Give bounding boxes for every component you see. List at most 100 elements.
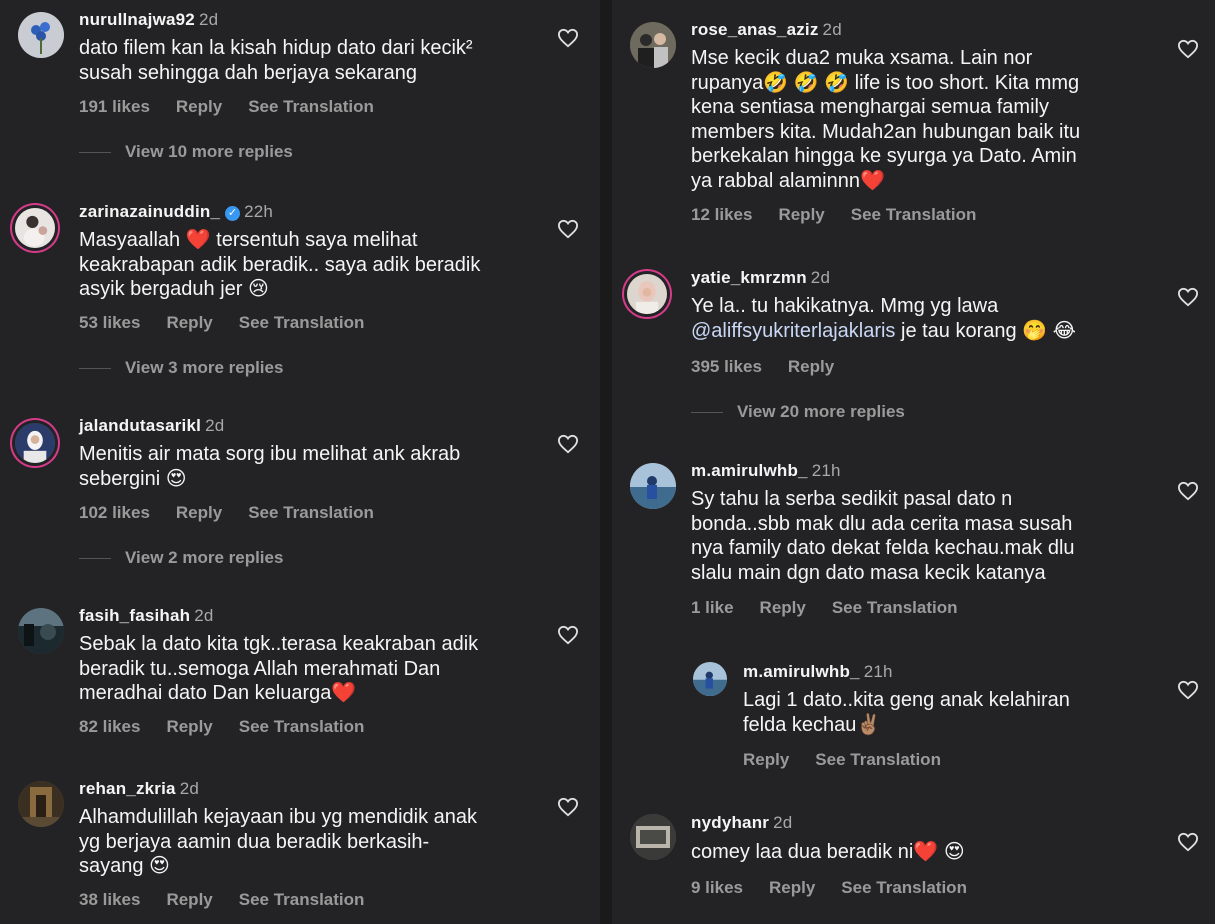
- comment-actions: 38 likes Reply See Translation: [79, 890, 390, 910]
- comment-text: dato filem kan la kisah hidup dato dari …: [79, 37, 473, 84]
- username[interactable]: jalandutasarikl: [79, 416, 201, 435]
- likes-count[interactable]: 38 likes: [79, 890, 140, 909]
- comment-actions: 9 likes Reply See Translation: [691, 878, 993, 898]
- see-translation-button[interactable]: See Translation: [841, 878, 967, 897]
- avatar[interactable]: [18, 12, 64, 58]
- see-translation-button[interactable]: See Translation: [248, 97, 374, 116]
- username[interactable]: yatie_kmrzmn: [691, 268, 807, 287]
- divider-line: [691, 412, 723, 414]
- comment-time: 2d: [822, 20, 842, 39]
- reply-button[interactable]: Reply: [176, 97, 222, 116]
- comment-actions: 53 likes Reply See Translation: [79, 313, 390, 333]
- comment-username[interactable]: rose_anas_aziz 2d: [691, 20, 842, 40]
- avatar[interactable]: [15, 208, 55, 248]
- likes-count[interactable]: 1 like: [691, 598, 734, 617]
- view-more-label[interactable]: View 2 more replies: [125, 548, 283, 567]
- avatar[interactable]: [630, 22, 676, 68]
- view-more-label[interactable]: View 20 more replies: [737, 402, 905, 421]
- username[interactable]: m.amirulwhb_: [691, 461, 808, 480]
- username[interactable]: nydyhanr: [691, 813, 769, 832]
- likes-count[interactable]: 395 likes: [691, 357, 762, 376]
- comment-actions: 395 likes Reply: [691, 357, 860, 377]
- comment-text: Sy tahu la serba sedikit pasal dato n bo…: [691, 488, 1075, 584]
- comment-username[interactable]: fasih_fasihah 2d: [79, 606, 214, 626]
- avatar[interactable]: [693, 662, 727, 696]
- heart-outline-icon[interactable]: [557, 28, 579, 48]
- heart-outline-icon[interactable]: [1177, 832, 1199, 852]
- view-more-replies[interactable]: View 20 more replies: [691, 402, 905, 422]
- see-translation-button[interactable]: See Translation: [815, 750, 941, 769]
- reply-button[interactable]: Reply: [788, 357, 834, 376]
- comment-actions: 12 likes Reply See Translation: [691, 205, 1002, 225]
- likes-count[interactable]: 53 likes: [79, 313, 140, 332]
- username[interactable]: m.amirulwhb_: [743, 662, 860, 681]
- see-translation-button[interactable]: See Translation: [248, 503, 374, 522]
- column-divider: [600, 0, 612, 924]
- comment-text: Menitis air mata sorg ibu melihat ank ak…: [79, 443, 461, 490]
- comment-username[interactable]: m.amirulwhb_ 21h: [691, 461, 841, 481]
- verified-badge-icon: ✓: [225, 206, 241, 221]
- see-translation-button[interactable]: See Translation: [239, 717, 365, 736]
- comment-username[interactable]: nydyhanr 2d: [691, 813, 792, 833]
- reply-button[interactable]: Reply: [760, 598, 806, 617]
- heart-outline-icon[interactable]: [557, 797, 579, 817]
- likes-count[interactable]: 102 likes: [79, 503, 150, 522]
- reply-button[interactable]: Reply: [166, 890, 212, 909]
- comment-username[interactable]: yatie_kmrzmn 2d: [691, 268, 830, 288]
- view-more-replies[interactable]: View 10 more replies: [79, 142, 293, 162]
- comment-actions: 1 like Reply See Translation: [691, 598, 984, 618]
- username[interactable]: nurullnajwa92: [79, 10, 195, 29]
- avatar[interactable]: [18, 781, 64, 827]
- heart-outline-icon[interactable]: [557, 434, 579, 454]
- comment-username[interactable]: rehan_zkria 2d: [79, 779, 199, 799]
- username[interactable]: rose_anas_aziz: [691, 20, 819, 39]
- see-translation-button[interactable]: See Translation: [239, 890, 365, 909]
- divider-line: [79, 558, 111, 560]
- avatar[interactable]: [630, 814, 676, 860]
- view-more-label[interactable]: View 10 more replies: [125, 142, 293, 161]
- see-translation-button[interactable]: See Translation: [239, 313, 365, 332]
- comment-actions: 82 likes Reply See Translation: [79, 717, 390, 737]
- reply-button[interactable]: Reply: [743, 750, 789, 769]
- reply-button[interactable]: Reply: [769, 878, 815, 897]
- comment-text: Mse kecik dua2 muka xsama. Lain nor rupa…: [691, 47, 1081, 192]
- comment-actions: 102 likes Reply See Translation: [79, 503, 400, 523]
- likes-count[interactable]: 12 likes: [691, 205, 752, 224]
- comment-username[interactable]: nurullnajwa92 2d: [79, 10, 218, 30]
- comment-username[interactable]: jalandutasarikl 2d: [79, 416, 224, 436]
- heart-outline-icon[interactable]: [1177, 287, 1199, 307]
- comment-time: 2d: [205, 416, 225, 435]
- reply-button[interactable]: Reply: [166, 313, 212, 332]
- comment-time: 2d: [810, 268, 831, 287]
- likes-count[interactable]: 82 likes: [79, 717, 140, 736]
- view-more-replies[interactable]: View 2 more replies: [79, 548, 283, 568]
- reply-username[interactable]: m.amirulwhb_ 21h: [743, 662, 893, 682]
- comment-text: Alhamdulillah kejayaan ibu yg mendidik a…: [79, 806, 478, 877]
- mention-link[interactable]: @aliffsyukriterlajaklaris: [691, 320, 895, 342]
- likes-count[interactable]: 9 likes: [691, 878, 743, 897]
- comment-time: 22h: [244, 202, 274, 221]
- heart-outline-icon[interactable]: [1177, 680, 1199, 700]
- avatar[interactable]: [18, 608, 64, 654]
- heart-outline-icon[interactable]: [1177, 39, 1199, 59]
- heart-outline-icon[interactable]: [1177, 481, 1199, 501]
- heart-outline-icon[interactable]: [557, 219, 579, 239]
- username[interactable]: zarinazainuddin_: [79, 202, 220, 221]
- comment-actions: 191 likes Reply See Translation: [79, 97, 400, 117]
- comment-time: 2d: [194, 606, 214, 625]
- reply-button[interactable]: Reply: [166, 717, 212, 736]
- reply-button[interactable]: Reply: [176, 503, 222, 522]
- comment-username[interactable]: zarinazainuddin_ ✓ 22h: [79, 202, 273, 222]
- see-translation-button[interactable]: See Translation: [851, 205, 977, 224]
- view-more-replies[interactable]: View 3 more replies: [79, 358, 283, 378]
- avatar[interactable]: [630, 463, 676, 509]
- avatar[interactable]: [627, 274, 667, 314]
- see-translation-button[interactable]: See Translation: [832, 598, 958, 617]
- heart-outline-icon[interactable]: [557, 625, 579, 645]
- likes-count[interactable]: 191 likes: [79, 97, 150, 116]
- username[interactable]: fasih_fasihah: [79, 606, 190, 625]
- reply-button[interactable]: Reply: [778, 205, 824, 224]
- view-more-label[interactable]: View 3 more replies: [125, 358, 283, 377]
- username[interactable]: rehan_zkria: [79, 779, 176, 798]
- avatar[interactable]: [15, 423, 55, 463]
